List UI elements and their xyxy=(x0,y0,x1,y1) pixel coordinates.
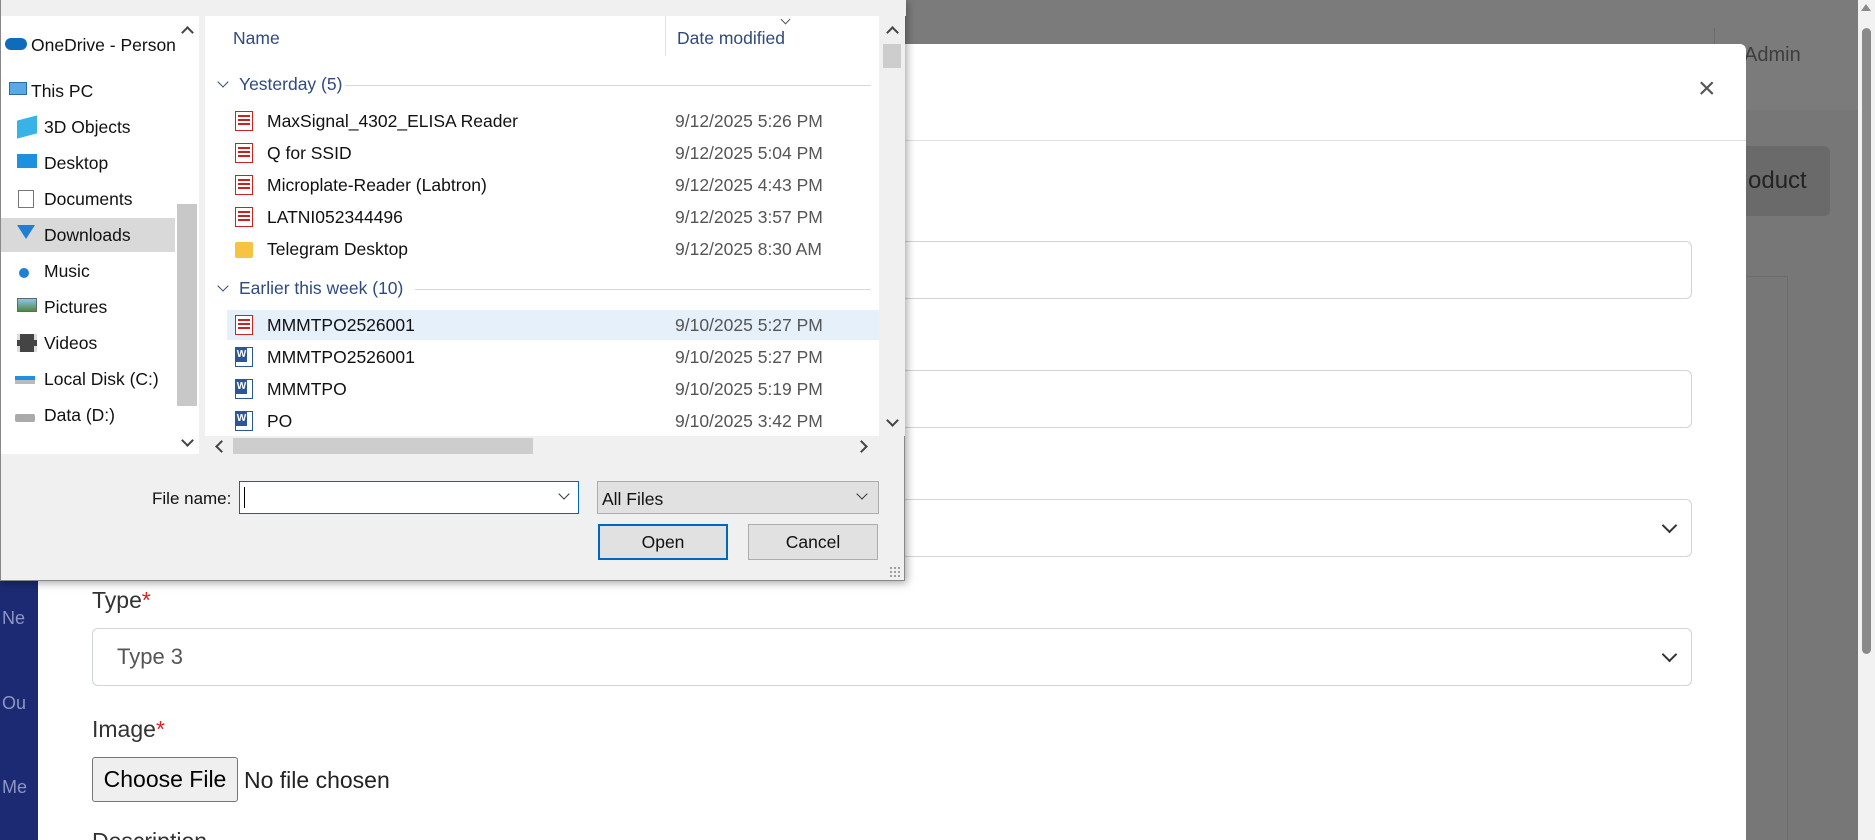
nav-pane-scrollbar[interactable] xyxy=(175,16,199,454)
image-label: Image* xyxy=(92,716,165,742)
file-open-dialog: OneDrive - Person This PC 3D Objects Des… xyxy=(0,0,906,581)
windows-drive-icon xyxy=(15,376,35,384)
nav-item-onedrive[interactable]: OneDrive - Person xyxy=(1,28,175,62)
group-header-yesterday[interactable]: Yesterday (5) xyxy=(215,74,875,100)
choose-file-button[interactable]: Choose File xyxy=(92,757,238,802)
horizontal-scrollbar-thumb[interactable] xyxy=(233,438,533,454)
sidebar-item-peek[interactable]: Ne xyxy=(0,608,38,629)
pdf-file-icon xyxy=(235,315,253,335)
group-divider xyxy=(345,85,871,86)
file-list: Name Date modified Yesterday (5) MaxSign… xyxy=(205,16,879,436)
chevron-down-icon xyxy=(1661,517,1678,534)
pdf-file-icon xyxy=(235,207,253,227)
chevron-down-icon xyxy=(217,280,229,292)
chevron-down-icon xyxy=(217,76,229,88)
cube-icon xyxy=(17,115,37,139)
picture-icon xyxy=(17,298,37,312)
nav-item-pictures[interactable]: Pictures xyxy=(1,290,175,324)
file-row[interactable]: Microplate-Reader (Labtron) 9/12/2025 4:… xyxy=(227,170,879,200)
pdf-file-icon xyxy=(235,143,253,163)
resize-grip-icon[interactable] xyxy=(889,566,901,578)
computer-icon xyxy=(9,82,27,95)
file-list-horizontal-scrollbar[interactable] xyxy=(205,436,879,456)
nav-item-documents[interactable]: Documents xyxy=(1,182,175,216)
column-header-date-modified[interactable]: Date modified xyxy=(677,28,785,49)
file-type-value: All Files xyxy=(602,489,664,509)
file-row-selected[interactable]: MMMTPO2526001 9/10/2025 5:27 PM xyxy=(227,310,879,340)
nav-item-desktop[interactable]: Desktop xyxy=(1,146,175,180)
drive-icon xyxy=(15,414,35,422)
group-header-earlier-this-week[interactable]: Earlier this week (10) xyxy=(215,278,875,304)
file-name-input[interactable] xyxy=(239,481,579,514)
scroll-up-arrow-icon[interactable] xyxy=(1861,4,1871,11)
description-label: Description xyxy=(92,828,207,840)
nav-item-3d-objects[interactable]: 3D Objects xyxy=(1,110,175,144)
cloud-icon xyxy=(5,38,27,50)
dialog-title-strip xyxy=(1,0,906,16)
cancel-button[interactable]: Cancel xyxy=(748,524,878,560)
pdf-file-icon xyxy=(235,175,253,195)
scroll-right-icon[interactable] xyxy=(855,440,868,453)
nav-item-music[interactable]: Music xyxy=(1,254,175,288)
content-card xyxy=(1746,276,1788,840)
folder-icon xyxy=(235,242,253,258)
add-product-button[interactable]: oduct xyxy=(1746,146,1830,216)
nav-item-videos[interactable]: Videos xyxy=(1,326,175,360)
file-row[interactable]: MMMTPO2526001 9/10/2025 5:27 PM xyxy=(227,342,879,372)
chevron-down-icon[interactable] xyxy=(558,488,570,500)
page-content-peek: oduct xyxy=(1746,110,1858,840)
file-row[interactable]: LATNI052344496 9/12/2025 3:57 PM xyxy=(227,202,879,232)
file-row[interactable]: Q for SSID 9/12/2025 5:04 PM xyxy=(227,138,879,168)
desktop-icon xyxy=(17,154,37,168)
column-header-name[interactable]: Name xyxy=(233,28,280,49)
download-arrow-icon xyxy=(17,225,35,239)
film-icon xyxy=(17,334,37,352)
vertical-scrollbar-thumb[interactable] xyxy=(883,44,901,68)
navigation-pane: OneDrive - Person This PC 3D Objects Des… xyxy=(1,16,199,454)
scroll-down-icon[interactable] xyxy=(181,434,194,447)
folder-row[interactable]: Telegram Desktop 9/12/2025 8:30 AM xyxy=(227,234,879,264)
file-row[interactable]: PO 9/10/2025 3:42 PM xyxy=(227,406,879,436)
music-note-icon xyxy=(19,268,29,278)
group-divider xyxy=(415,289,871,290)
column-separator[interactable] xyxy=(665,16,666,56)
chevron-down-icon xyxy=(1661,646,1678,663)
pdf-file-icon xyxy=(235,111,253,131)
word-file-icon xyxy=(235,379,253,399)
file-row[interactable]: MMMTPO 9/10/2025 5:19 PM xyxy=(227,374,879,404)
scroll-up-icon[interactable] xyxy=(886,26,899,39)
document-icon xyxy=(18,190,34,208)
modal-close-button[interactable]: × xyxy=(1698,74,1716,104)
text-caret xyxy=(244,487,245,508)
file-name-label: File name: xyxy=(152,489,232,508)
page-scrollbar-thumb[interactable] xyxy=(1862,28,1871,654)
user-menu[interactable]: Admin xyxy=(1744,44,1801,67)
scroll-up-icon[interactable] xyxy=(181,26,194,39)
word-file-icon xyxy=(235,411,253,431)
nav-item-data-d[interactable]: Data (D:) xyxy=(1,398,175,432)
nav-item-local-disk-c[interactable]: Local Disk (C:) xyxy=(1,362,175,396)
nav-pane-scrollbar-thumb[interactable] xyxy=(177,204,197,406)
page-scrollbar[interactable] xyxy=(1858,0,1875,840)
nav-item-this-pc[interactable]: This PC xyxy=(1,74,175,108)
nav-item-downloads[interactable]: Downloads xyxy=(1,218,175,252)
file-type-select[interactable]: All Files xyxy=(597,481,879,514)
word-file-icon xyxy=(235,347,253,367)
scroll-down-icon[interactable] xyxy=(886,414,899,427)
file-list-vertical-scrollbar[interactable] xyxy=(879,16,905,436)
sidebar-item-peek[interactable]: Me xyxy=(0,777,38,798)
open-button[interactable]: Open xyxy=(598,524,728,560)
sidebar-item-peek[interactable]: Ou xyxy=(0,693,38,714)
file-row[interactable]: MaxSignal_4302_ELISA Reader 9/12/2025 5:… xyxy=(227,106,879,136)
type-label: Type* xyxy=(92,587,151,613)
chevron-down-icon xyxy=(856,488,868,500)
file-status-text: No file chosen xyxy=(244,767,390,793)
type-select[interactable]: Type 3 xyxy=(92,628,1692,686)
sort-chevron-icon xyxy=(780,16,791,25)
type-select-value: Type 3 xyxy=(117,644,184,669)
scroll-left-icon[interactable] xyxy=(215,440,228,453)
